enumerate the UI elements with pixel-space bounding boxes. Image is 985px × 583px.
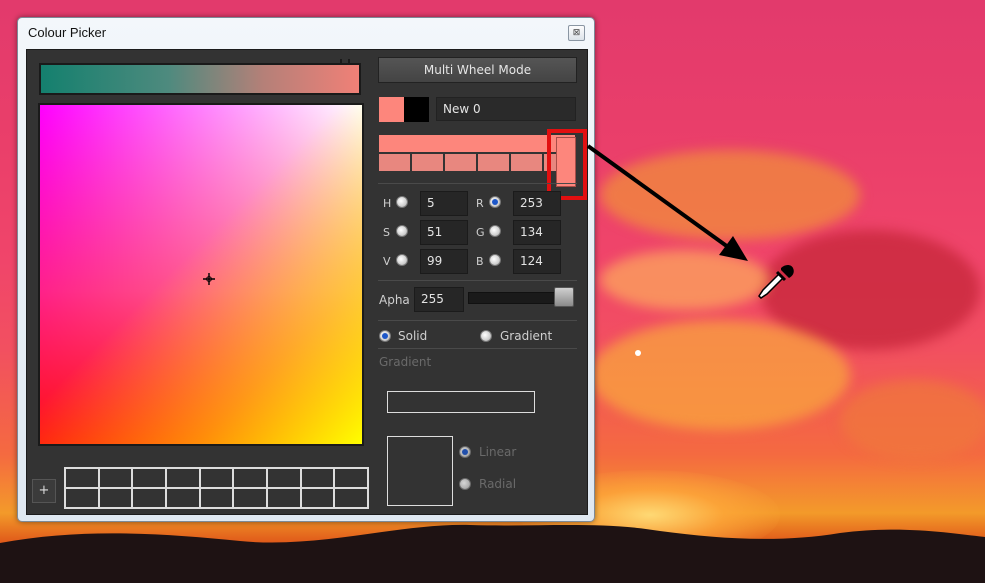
tint-swatch[interactable] — [412, 154, 443, 171]
tint-swatches — [379, 154, 575, 171]
g-label: G — [476, 226, 485, 239]
h-radio[interactable] — [396, 196, 408, 208]
divider — [378, 348, 577, 349]
gradient-bar-box — [387, 391, 535, 413]
palette-slot[interactable] — [300, 468, 335, 488]
gradient-preview-box — [387, 436, 453, 506]
palette-slot[interactable] — [334, 488, 368, 508]
palette-slot[interactable] — [132, 468, 166, 488]
picker-panel: + Multi Wheel Mode New 0 H 5 S 51 V 99 R… — [26, 49, 588, 515]
colour-picker-window: Colour Picker ⊠ + Multi Wheel Mode New 0… — [17, 17, 595, 522]
v-value-field[interactable]: 99 — [420, 249, 468, 274]
cloud — [600, 250, 770, 310]
radial-radio[interactable] — [459, 478, 471, 490]
divider — [378, 280, 577, 281]
r-radio[interactable] — [489, 196, 501, 208]
alpha-label: Apha — [379, 293, 410, 307]
palette-slot[interactable] — [199, 468, 234, 488]
alpha-slider-handle[interactable] — [554, 287, 574, 307]
r-value-field[interactable]: 253 — [513, 191, 561, 216]
palette-slot[interactable] — [65, 468, 99, 488]
alpha-slider-track[interactable] — [468, 292, 568, 304]
tint-swatch[interactable] — [478, 154, 509, 171]
palette-grid — [64, 467, 369, 509]
palette-slot[interactable] — [233, 468, 267, 488]
gradient-preview-bar[interactable] — [39, 63, 361, 95]
r-label: R — [476, 197, 484, 210]
b-radio[interactable] — [489, 254, 501, 266]
cloud — [590, 320, 850, 430]
cloud — [600, 150, 860, 240]
b-label: B — [476, 255, 484, 268]
tint-swatch[interactable] — [511, 154, 542, 171]
gradient-heading: Gradient — [379, 355, 432, 369]
title-bar[interactable]: Colour Picker ⊠ — [18, 18, 594, 48]
b-value-field[interactable]: 124 — [513, 249, 561, 274]
current-colour-swatch[interactable] — [379, 97, 404, 122]
gradient-radio[interactable] — [480, 330, 492, 342]
v-label: V — [383, 255, 391, 268]
alpha-value-field[interactable]: 255 — [414, 287, 464, 312]
palette-slot[interactable] — [98, 468, 133, 488]
crosshair-icon[interactable] — [203, 273, 215, 285]
linear-radio[interactable] — [459, 446, 471, 458]
palette-slot[interactable] — [199, 488, 234, 508]
s-value-field[interactable]: 51 — [420, 220, 468, 245]
h-label: H — [383, 197, 392, 210]
g-value-field[interactable]: 134 — [513, 220, 561, 245]
h-value-field[interactable]: 5 — [420, 191, 468, 216]
multi-wheel-mode-button[interactable]: Multi Wheel Mode — [378, 57, 577, 83]
v-radio[interactable] — [396, 254, 408, 266]
palette-slot[interactable] — [166, 468, 200, 488]
palette-slot[interactable] — [132, 488, 166, 508]
gradient-marker-handle[interactable] — [340, 59, 350, 63]
close-button[interactable]: ⊠ — [568, 25, 585, 41]
palette-slot[interactable] — [65, 488, 99, 508]
radial-label: Radial — [479, 477, 517, 491]
divider — [378, 320, 577, 321]
tint-swatch[interactable] — [379, 154, 410, 171]
previous-colour-swatch[interactable] — [404, 97, 429, 122]
solid-radio[interactable] — [379, 330, 391, 342]
tint-swatch[interactable] — [445, 154, 476, 171]
window-title: Colour Picker — [28, 25, 107, 40]
palette-slot[interactable] — [98, 488, 133, 508]
gradient-label: Gradient — [500, 329, 553, 343]
cloud — [840, 380, 985, 460]
s-radio[interactable] — [396, 225, 408, 237]
close-icon: ⊠ — [572, 28, 581, 38]
palette-slot[interactable] — [267, 488, 301, 508]
palette-slot[interactable] — [334, 468, 368, 488]
palette-slot[interactable] — [267, 468, 301, 488]
palette-slot[interactable] — [233, 488, 267, 508]
colour-field[interactable] — [38, 103, 364, 446]
palette-slot[interactable] — [166, 488, 200, 508]
g-radio[interactable] — [489, 225, 501, 237]
highlight-box — [547, 129, 587, 200]
s-label: S — [383, 226, 390, 239]
add-swatch-button[interactable]: + — [32, 479, 56, 503]
divider — [378, 183, 577, 184]
colour-name-field[interactable]: New 0 — [436, 97, 576, 121]
colour-strip[interactable] — [379, 135, 575, 152]
linear-label: Linear — [479, 445, 517, 459]
palette-slot[interactable] — [300, 488, 335, 508]
solid-label: Solid — [398, 329, 428, 343]
